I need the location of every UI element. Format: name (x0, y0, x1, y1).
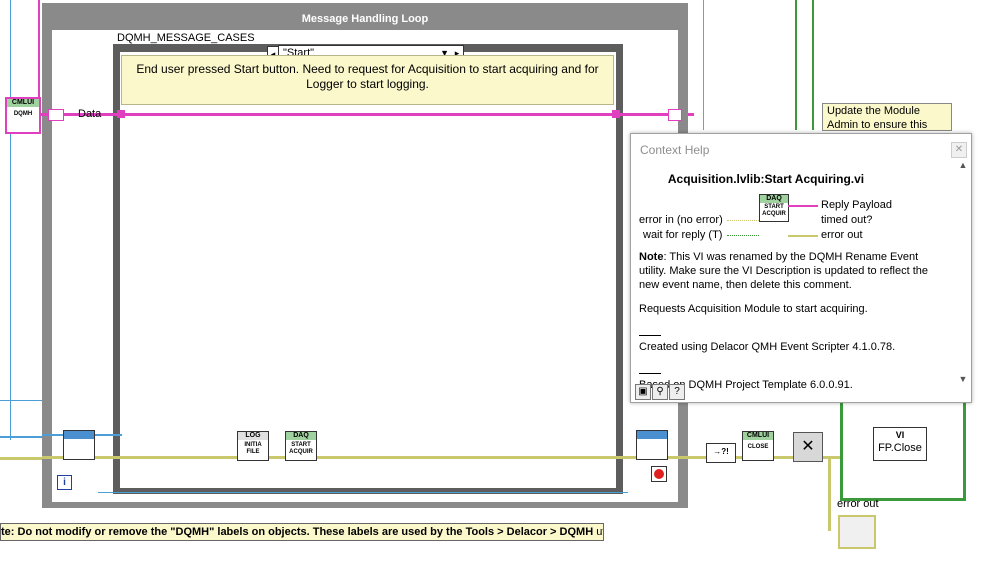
log-header: LOG (238, 432, 268, 440)
case-comment: End user pressed Start button. Need to r… (121, 55, 614, 105)
data-tunnel-out (612, 110, 620, 118)
cmlui-queue-node[interactable]: CMLUI DQMH (5, 97, 41, 134)
arrow-node-icon: →?! (713, 447, 729, 456)
left-blue-wire-h1 (0, 400, 42, 401)
bottom-note-suffix: utilities. (596, 526, 603, 538)
context-help-scrollbar[interactable]: ▲ ▼ (955, 160, 971, 384)
right-wire-vertical-3 (812, 0, 814, 130)
daq-header: DAQ (286, 432, 316, 440)
terminal-timed-out: timed out? (821, 214, 873, 226)
data-wire-label: Data (78, 108, 102, 120)
dequeue-message-node[interactable] (63, 430, 95, 460)
fp-close-label: FP.Close (878, 442, 922, 454)
bottom-note: te: Do not modify or remove the "DQMH" l… (0, 523, 604, 541)
context-help-body: Note: This VI was renamed by the DQMH Re… (639, 250, 939, 402)
error-out-wire (788, 235, 818, 237)
close-cmlui-node[interactable]: CMLUI CLOSE (742, 431, 774, 461)
close-header: CMLUI (743, 432, 773, 440)
stop-button-icon[interactable] (651, 466, 667, 482)
created-text: Created using Delacor QMH Event Scripter… (639, 341, 896, 353)
context-help-vi-name: Acquisition.lvlib:Start Acquiring.vi (667, 172, 865, 186)
update-note: Update the Module Admin to ensure this (822, 103, 952, 131)
terminal-wait-for-reply: wait for reply (T) (643, 229, 723, 241)
daq-node-text: START ACQUIR (289, 442, 313, 455)
note-label: Note (639, 251, 664, 263)
cmlui-header: CMLUI (7, 99, 39, 107)
context-help-node-text: START ACQUIR (762, 204, 786, 217)
data-wire (40, 113, 680, 116)
error-out-indicator[interactable] (838, 515, 876, 549)
case-structure-label: DQMH_MESSAGE_CASES (117, 32, 255, 44)
case-structure-interior (120, 52, 616, 488)
terminal-error-out: error out (821, 229, 863, 241)
help-icon[interactable]: ? (669, 384, 685, 400)
error-in-wire (727, 220, 759, 221)
dqmh-sub-label: DQMH (13, 111, 33, 117)
error-handler-node[interactable] (636, 430, 668, 460)
fp-vi-header: VI (895, 430, 905, 440)
shift-register-right[interactable] (668, 109, 682, 121)
right-wire-vertical-2 (795, 0, 797, 130)
context-help-title: Context Help (640, 143, 710, 157)
wait-wire (727, 235, 759, 236)
left-error-wire (0, 457, 42, 460)
lock-icon[interactable]: ▣ (635, 384, 651, 400)
bottom-note-prefix: te: Do not modify or remove the "DQMH" l… (1, 526, 466, 538)
loop-title: Message Handling Loop (301, 13, 429, 25)
fp-close-node[interactable]: VI FP.Close (873, 427, 927, 461)
context-help-node-header: DAQ (760, 195, 788, 203)
log-node-text: INITIA FILE (244, 442, 262, 455)
release-node-icon[interactable]: ✕ (793, 432, 823, 462)
iteration-info-icon: i (57, 475, 72, 490)
terminal-error-in: error in (no error) (639, 214, 723, 226)
error-wire-down (828, 456, 831, 531)
error-handler-header-icon (637, 431, 667, 439)
link-icon[interactable]: ⚲ (652, 384, 668, 400)
daq-start-acquiring-node[interactable]: DAQ START ACQUIR (285, 431, 317, 461)
context-help-toolbar: ▣ ⚲? (635, 383, 686, 400)
dequeue-header-icon (64, 431, 94, 439)
close-node-text: CLOSE (747, 444, 769, 450)
scroll-up-icon[interactable]: ▲ (955, 160, 971, 170)
terminal-reply-payload: Reply Payload (821, 199, 892, 211)
payload-wire (788, 205, 818, 207)
context-help-window[interactable]: Context Help ✕ Acquisition.lvlib:Start A… (630, 133, 972, 403)
log-initialize-file-node[interactable]: LOG INITIA FILE (237, 431, 269, 461)
left-blue-wire-h2 (0, 436, 42, 438)
shift-register-left[interactable] (48, 109, 64, 121)
description-text: Requests Acquisition Module to start acq… (639, 303, 868, 315)
data-wire-right (688, 113, 694, 116)
blue-wire-loop-bottom (98, 492, 628, 493)
bottom-note-bold: Tools > Delacor > DQMH (465, 526, 594, 538)
scroll-down-icon[interactable]: ▼ (955, 374, 971, 384)
note-text: : This VI was renamed by the DQMH Rename… (639, 251, 928, 291)
left-blue-wire-vertical (10, 0, 11, 440)
unknown-node-right[interactable]: →?! (706, 443, 736, 463)
close-icon[interactable]: ✕ (951, 142, 967, 158)
stop-indicator-icon (654, 469, 664, 479)
right-wire-vertical (703, 0, 704, 130)
data-tunnel-in (117, 110, 125, 118)
context-help-node: DAQ START ACQUIR (759, 194, 789, 222)
error-out-label: error out (837, 498, 879, 510)
